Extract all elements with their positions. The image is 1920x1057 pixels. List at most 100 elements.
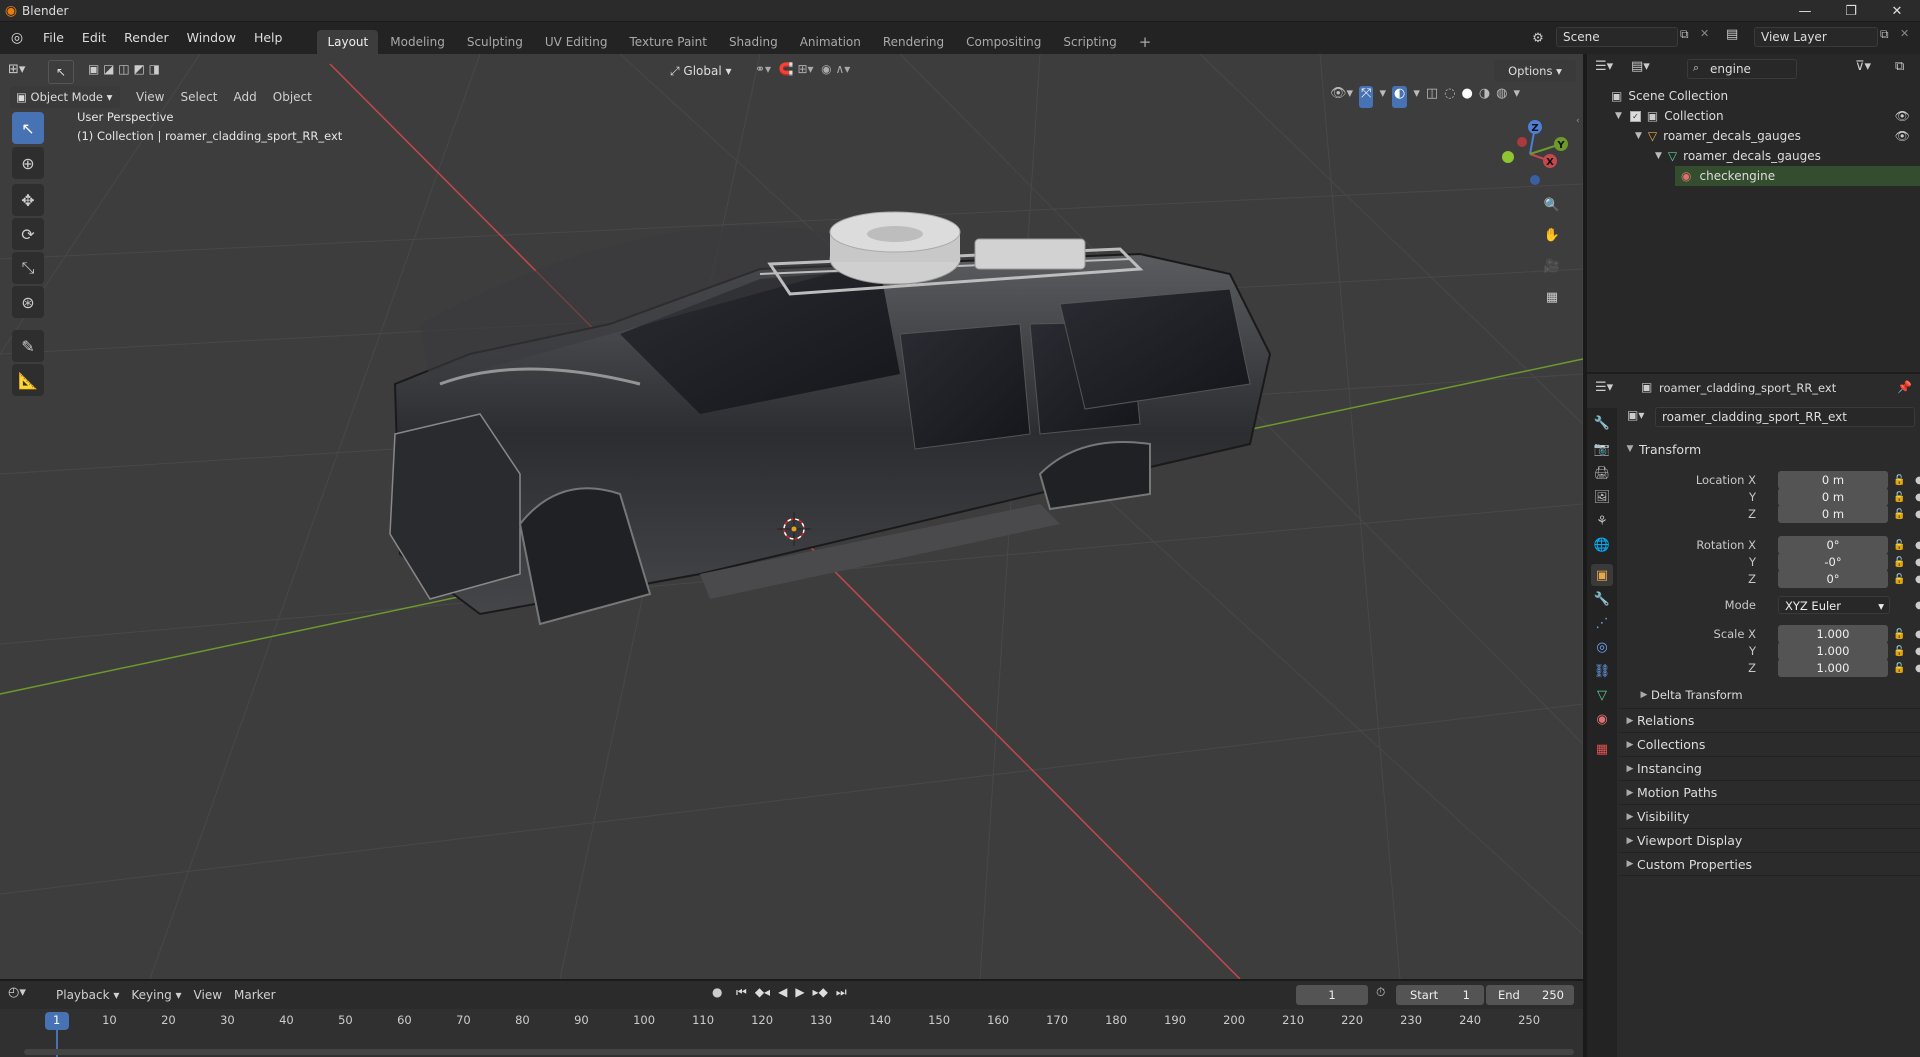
outliner-row-scene-collection[interactable]: ▣ Scene Collection xyxy=(1587,86,1920,106)
scale-y-field[interactable]: 1.000 xyxy=(1778,642,1888,660)
keyframe-dot-icon[interactable]: ● xyxy=(1915,574,1920,585)
pan-hand-icon[interactable]: ✋ xyxy=(1539,222,1565,248)
cursor-tool[interactable]: ⊕ xyxy=(12,147,44,179)
properties-editor-type-icon[interactable]: ☰▾ xyxy=(1595,380,1625,400)
gizmo-neg-x[interactable] xyxy=(1517,137,1527,147)
keyframe-dot-icon[interactable]: ● xyxy=(1915,509,1920,520)
checkbox-icon[interactable]: ✓ xyxy=(1629,110,1641,122)
stopwatch-icon[interactable]: ⏱ xyxy=(1376,985,1385,1000)
rotation-x-field[interactable]: 0° xyxy=(1778,536,1888,554)
keyframe-dot-icon[interactable]: ● xyxy=(1915,663,1920,674)
object-tab-icon[interactable]: ▣ xyxy=(1591,564,1613,586)
menu-file[interactable]: File xyxy=(34,22,73,54)
current-frame-field[interactable]: 1 xyxy=(1296,985,1368,1005)
visibility-icon[interactable]: 👁▾ xyxy=(1330,86,1353,108)
editor-type-icon[interactable]: ⊞▾ xyxy=(8,62,36,84)
rotation-y-field[interactable]: -0° xyxy=(1778,553,1888,571)
end-frame-field[interactable]: End 250 xyxy=(1486,985,1574,1005)
lock-icon[interactable]: 🔓 xyxy=(1893,646,1905,657)
particles-tab-icon[interactable]: ⋰ xyxy=(1591,612,1613,634)
overlays-toggle-icon[interactable]: ◐ xyxy=(1391,86,1408,108)
annotate-tool[interactable]: ✎ xyxy=(12,330,44,362)
menu-edit[interactable]: Edit xyxy=(73,22,115,54)
world-tab-icon[interactable]: 🌐 xyxy=(1591,534,1613,556)
area-splitter[interactable] xyxy=(1583,54,1587,1057)
gizmo-toggle-icon[interactable]: ⤧ xyxy=(1359,86,1374,108)
material-shading-icon[interactable]: ◑ xyxy=(1479,86,1490,108)
filter-icon[interactable]: ⊽▾ xyxy=(1855,59,1885,79)
delta-transform-subpanel[interactable]: ▶ Delta Transform xyxy=(1633,683,1920,707)
tool-tab-icon[interactable]: 🔧 xyxy=(1591,412,1613,434)
eye-icon[interactable]: 👁 xyxy=(1895,109,1910,123)
rendered-shading-icon[interactable]: ◍ xyxy=(1496,86,1507,108)
camera-view-icon[interactable]: 🎥 xyxy=(1539,253,1565,279)
keyframe-dot-icon[interactable]: ● xyxy=(1915,475,1920,486)
transform-orientation[interactable]: ⤢ Global ▾ xyxy=(670,60,748,82)
prev-keyframe-icon[interactable]: ◆◂ xyxy=(755,985,770,1005)
solid-shading-icon[interactable]: ● xyxy=(1461,86,1472,108)
menu-render[interactable]: Render xyxy=(115,22,178,54)
rotate-tool[interactable]: ⟳ xyxy=(12,218,44,250)
object-name-field[interactable]: roamer_cladding_sport_RR_ext xyxy=(1655,407,1915,427)
menu-add[interactable]: Add xyxy=(226,86,265,108)
tab-texture-paint[interactable]: Texture Paint xyxy=(620,30,717,54)
transform-tool[interactable]: ⊛ xyxy=(12,286,44,318)
lock-icon[interactable]: 🔓 xyxy=(1893,492,1905,503)
view-layer-tab-icon[interactable]: 🖼 xyxy=(1591,486,1613,508)
render-tab-icon[interactable]: 📷 xyxy=(1591,438,1613,460)
location-x-field[interactable]: 0 m xyxy=(1778,471,1888,489)
minimize-button[interactable]: — xyxy=(1782,0,1828,22)
outliner-row-collection[interactable]: ▼ ✓ ▣ Collection 👁 xyxy=(1587,106,1920,126)
lock-icon[interactable]: 🔓 xyxy=(1893,574,1905,585)
view-layer-name-field[interactable]: View Layer xyxy=(1754,27,1878,47)
collections-panel[interactable]: ▶ Collections xyxy=(1619,732,1920,756)
tab-shading[interactable]: Shading xyxy=(719,30,788,54)
chevron-down-icon[interactable]: ▾ xyxy=(1413,86,1420,108)
delete-scene-icon[interactable]: ✕ xyxy=(1700,27,1716,47)
lock-icon[interactable]: 🔓 xyxy=(1893,629,1905,640)
scale-x-field[interactable]: 1.000 xyxy=(1778,625,1888,643)
scale-z-field[interactable]: 1.000 xyxy=(1778,659,1888,677)
gizmo-neg-z[interactable] xyxy=(1530,175,1540,185)
keyframe-dot-icon[interactable]: ● xyxy=(1915,557,1920,568)
keyframe-dot-icon[interactable]: ● xyxy=(1915,646,1920,657)
chevron-down-icon[interactable]: ▾ xyxy=(1514,86,1521,108)
expand-icon[interactable]: ▼ xyxy=(1635,131,1642,141)
sidebar-toggle-icon[interactable]: ‹ xyxy=(1576,116,1580,126)
lock-icon[interactable]: 🔓 xyxy=(1893,509,1905,520)
timeline-scrollbar[interactable] xyxy=(24,1049,1574,1055)
output-tab-icon[interactable]: 🖨 xyxy=(1591,462,1613,484)
tab-sculpting[interactable]: Sculpting xyxy=(457,30,533,54)
scale-tool[interactable]: ⤡ xyxy=(12,252,44,284)
select-mode-icons[interactable]: ▣ ◪ ◫ ◩ ◨ xyxy=(88,62,188,82)
outliner-search-input[interactable]: engine xyxy=(1687,59,1797,79)
outliner-row-material[interactable]: ◉ checkengine xyxy=(1675,166,1920,186)
menu-view[interactable]: View xyxy=(128,86,172,108)
visibility-panel[interactable]: ▶ Visibility xyxy=(1619,804,1920,828)
navigation-gizmo[interactable]: Z X Y xyxy=(1490,114,1570,194)
view-layer-browse-icon[interactable]: ▤ xyxy=(1726,27,1754,49)
ortho-grid-icon[interactable]: ▦ xyxy=(1539,284,1565,310)
lock-icon[interactable]: 🔓 xyxy=(1893,557,1905,568)
eye-icon[interactable]: 👁 xyxy=(1895,129,1910,143)
menu-object[interactable]: Object xyxy=(265,86,320,108)
outliner-row-object[interactable]: ▼ ▽ roamer_decals_gauges 👁 xyxy=(1587,126,1920,146)
keyframe-dot-icon[interactable]: ● xyxy=(1915,629,1920,640)
zoom-icon[interactable]: 🔍 xyxy=(1539,192,1565,218)
data-tab-icon[interactable]: ▽ xyxy=(1591,684,1613,706)
new-view-layer-icon[interactable]: ⧉ xyxy=(1880,27,1898,47)
menu-marker[interactable]: Marker xyxy=(228,981,281,1009)
close-button[interactable]: ✕ xyxy=(1874,0,1920,22)
datablock-type-icon[interactable]: ▣▾ xyxy=(1627,408,1653,426)
tab-rendering[interactable]: Rendering xyxy=(873,30,954,54)
next-keyframe-icon[interactable]: ▸◆ xyxy=(813,985,828,1005)
move-tool[interactable]: ✥ xyxy=(12,184,44,216)
rotation-z-field[interactable]: 0° xyxy=(1778,570,1888,588)
viewport-display-panel[interactable]: ▶ Viewport Display xyxy=(1619,828,1920,852)
timeline-editor-type-icon[interactable]: ◴▾ xyxy=(8,985,40,1005)
modifiers-tab-icon[interactable]: 🔧 xyxy=(1591,588,1613,610)
location-z-field[interactable]: 0 m xyxy=(1778,505,1888,523)
relations-panel[interactable]: ▶ Relations xyxy=(1619,708,1920,732)
menu-select[interactable]: Select xyxy=(172,86,225,108)
material-tab-icon[interactable]: ◉ xyxy=(1591,708,1613,730)
